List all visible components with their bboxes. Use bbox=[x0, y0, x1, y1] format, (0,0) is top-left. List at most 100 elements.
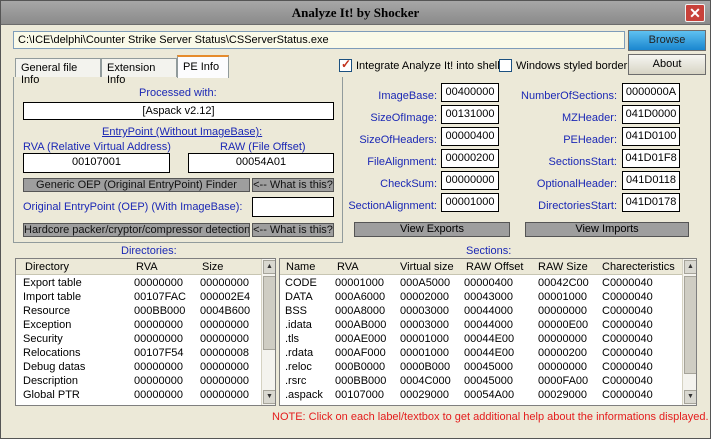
optionalheader-value[interactable]: 041D0118 bbox=[622, 171, 680, 190]
table-cell: Exception bbox=[23, 319, 72, 331]
column-raw-offset[interactable]: RAW Offset bbox=[466, 261, 523, 273]
table-row[interactable]: Export table 00000000 00000000 bbox=[16, 277, 275, 291]
table-row[interactable]: CODE 00001000 000A5000 00000400 00042C00 C000… bbox=[280, 277, 696, 291]
table-row[interactable]: Debug datas 00000000 00000000 bbox=[16, 361, 275, 375]
scroll-thumb[interactable] bbox=[684, 276, 696, 374]
filealignment-label[interactable]: FileAlignment: bbox=[345, 156, 437, 168]
table-cell: 00003000 bbox=[400, 305, 449, 317]
sectionsstart-value[interactable]: 041D01F8 bbox=[622, 149, 680, 168]
sizeofheaders-label[interactable]: SizeOfHeaders: bbox=[345, 134, 437, 146]
table-row[interactable]: .rdata 000AF000 00001000 00044E00 00000200 C0… bbox=[280, 347, 696, 361]
sizeofimage-value[interactable]: 00131000 bbox=[441, 105, 499, 124]
scroll-down-icon[interactable]: ▼ bbox=[684, 390, 696, 404]
scroll-up-icon[interactable]: ▲ bbox=[263, 260, 275, 274]
sizeofheaders-value[interactable]: 00000400 bbox=[441, 127, 499, 146]
about-button[interactable]: About bbox=[628, 54, 706, 75]
column-virtual-size[interactable]: Virtual size bbox=[400, 261, 454, 273]
scroll-up-icon[interactable]: ▲ bbox=[684, 260, 696, 274]
table-row[interactable]: .rsrc 000BB000 0004C000 00045000 0000FA00 C00… bbox=[280, 375, 696, 389]
directoriesstart-label[interactable]: DirectoriesStart: bbox=[515, 200, 617, 212]
column-rva[interactable]: RVA bbox=[136, 261, 158, 273]
peheader-value[interactable]: 041D0100 bbox=[622, 127, 680, 146]
sections-scrollbar[interactable]: ▲ ▼ bbox=[682, 259, 696, 405]
mzheader-label[interactable]: MZHeader: bbox=[515, 112, 617, 124]
table-cell: Global PTR bbox=[23, 389, 80, 401]
directoriesstart-value[interactable]: 041D0178 bbox=[622, 193, 680, 212]
table-row[interactable]: Exception 00000000 00000000 bbox=[16, 319, 275, 333]
help-note[interactable]: NOTE: Click on each label/textbox to get… bbox=[272, 411, 709, 423]
sections-list[interactable]: Name RVA Virtual size RAW Offset RAW Siz… bbox=[279, 258, 697, 406]
peheader-label[interactable]: PEHeader: bbox=[515, 134, 617, 146]
what-is-this-button-1[interactable]: <-- What is this? bbox=[252, 178, 334, 192]
sizeofimage-label[interactable]: SizeOfImage: bbox=[345, 112, 437, 124]
browse-button[interactable]: Browse bbox=[628, 30, 706, 51]
sectionalignment-value[interactable]: 00001000 bbox=[441, 193, 499, 212]
integrate-shell-label[interactable]: Integrate Analyze It! into shell bbox=[356, 60, 500, 72]
close-icon[interactable]: ✕ bbox=[689, 5, 701, 21]
table-cell: 000A5000 bbox=[400, 277, 451, 289]
raw-value[interactable]: 00054A01 bbox=[188, 153, 334, 173]
mzheader-value[interactable]: 041D0000 bbox=[622, 105, 680, 124]
table-cell: 00002000 bbox=[400, 291, 449, 303]
table-row[interactable]: Global PTR 00000000 00000000 bbox=[16, 389, 275, 403]
tab-extension-info[interactable]: Extension Info bbox=[101, 58, 177, 86]
table-row[interactable]: .tls 000AE000 00001000 00044E00 00000000 C000… bbox=[280, 333, 696, 347]
entrypoint-label[interactable]: EntryPoint (Without ImageBase): bbox=[102, 126, 262, 138]
column-raw-size[interactable]: RAW Size bbox=[538, 261, 588, 273]
close-button[interactable]: ✕ bbox=[685, 4, 705, 22]
tab-pe-info[interactable]: PE Info bbox=[177, 55, 229, 78]
directories-list[interactable]: Directory RVA Size Export table 00000000 0… bbox=[15, 258, 276, 406]
sectionsstart-label[interactable]: SectionsStart: bbox=[515, 156, 617, 168]
checksum-value[interactable]: 00000000 bbox=[441, 171, 499, 190]
column-name[interactable]: Name bbox=[286, 261, 315, 273]
numberofsections-value[interactable]: 0000000A bbox=[622, 83, 680, 102]
imagebase-value[interactable]: 00400000 bbox=[441, 83, 499, 102]
numberofsections-label[interactable]: NumberOfSections: bbox=[515, 90, 617, 102]
directories-scrollbar[interactable]: ▲ ▼ bbox=[261, 259, 275, 405]
column-directory[interactable]: Directory bbox=[25, 261, 69, 273]
table-row[interactable]: Security 00000000 00000000 bbox=[16, 333, 275, 347]
table-row[interactable]: .idata 000AB000 00003000 00044000 00000E00 C0… bbox=[280, 319, 696, 333]
oep-value[interactable] bbox=[252, 197, 334, 217]
scroll-thumb[interactable] bbox=[263, 276, 275, 350]
oep-label[interactable]: Original EntryPoint (OEP) (With ImageBas… bbox=[23, 201, 242, 213]
windows-border-checkbox[interactable] bbox=[499, 59, 512, 72]
processed-with-label[interactable]: Processed with: bbox=[139, 87, 217, 99]
filealignment-value[interactable]: 00000200 bbox=[441, 149, 499, 168]
table-row[interactable]: DATA 000A6000 00002000 00043000 00001000 C000… bbox=[280, 291, 696, 305]
table-cell: 00000000 bbox=[200, 333, 249, 345]
table-row[interactable]: Relocations 00107F54 00000008 bbox=[16, 347, 275, 361]
optionalheader-label[interactable]: OptionalHeader: bbox=[515, 178, 617, 190]
table-row[interactable]: .reloc 000B0000 0000B000 00045000 00000000 C0… bbox=[280, 361, 696, 375]
sections-title[interactable]: Sections: bbox=[466, 245, 511, 257]
title-bar[interactable]: Analyze It! by Shocker ✕ bbox=[1, 1, 710, 25]
table-row[interactable]: .aspack 00107000 00029000 00054A00 00029000 C… bbox=[280, 389, 696, 403]
windows-border-label[interactable]: Windows styled border bbox=[516, 60, 627, 72]
table-row[interactable]: BSS 000A8000 00003000 00044000 00000000 C0000… bbox=[280, 305, 696, 319]
column-size[interactable]: Size bbox=[202, 261, 223, 273]
table-cell: 00000000 bbox=[200, 319, 249, 331]
imagebase-label[interactable]: ImageBase: bbox=[345, 90, 437, 102]
table-row[interactable]: Resource 000BB000 0004B600 bbox=[16, 305, 275, 319]
rva-label[interactable]: RVA (Relative Virtual Address) bbox=[23, 141, 171, 153]
view-imports-button[interactable]: View Imports bbox=[525, 222, 689, 237]
scroll-down-icon[interactable]: ▼ bbox=[263, 390, 275, 404]
integrate-shell-checkbox[interactable] bbox=[339, 57, 352, 72]
hardcore-detection-button[interactable]: Hardcore packer/cryptor/compressor detec… bbox=[23, 223, 250, 237]
column-rva[interactable]: RVA bbox=[337, 261, 359, 273]
table-row[interactable]: Import table 00107FAC 000002E4 bbox=[16, 291, 275, 305]
view-exports-button[interactable]: View Exports bbox=[354, 222, 510, 237]
table-cell: 00000000 bbox=[134, 277, 183, 289]
raw-label[interactable]: RAW (File Offset) bbox=[220, 141, 306, 153]
generic-oep-finder-button[interactable]: Generic OEP (Original EntryPoint) Finder bbox=[23, 178, 250, 192]
tab-general-file-info[interactable]: General file Info bbox=[15, 58, 101, 86]
processed-with-value[interactable]: [Aspack v2.12] bbox=[23, 102, 334, 120]
sectionalignment-label[interactable]: SectionAlignment: bbox=[345, 200, 437, 212]
checksum-label[interactable]: CheckSum: bbox=[345, 178, 437, 190]
rva-value[interactable]: 00107001 bbox=[23, 153, 170, 173]
column-charecteristics[interactable]: Charecteristics bbox=[602, 261, 675, 273]
directories-title[interactable]: Directories: bbox=[121, 245, 177, 257]
table-row[interactable]: Description 00000000 00000000 bbox=[16, 375, 275, 389]
what-is-this-button-2[interactable]: <-- What is this? bbox=[252, 223, 334, 237]
file-path-field[interactable]: C:\ICE\delphi\Counter Strike Server Stat… bbox=[13, 31, 625, 49]
